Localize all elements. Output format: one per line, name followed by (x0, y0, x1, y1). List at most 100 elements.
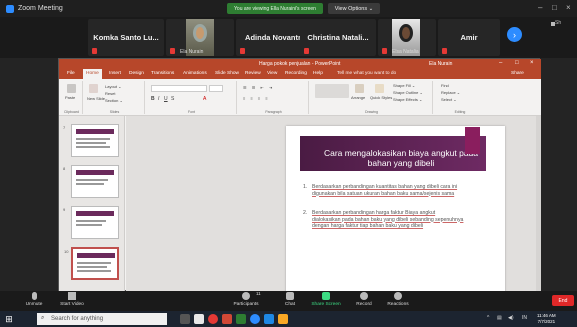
paste-button[interactable]: Paste (65, 95, 75, 100)
taskbar-search[interactable]: ⌕ Search for anything (37, 313, 167, 325)
zoom-window: Zoom Meeting You are viewing Ella Nurain… (0, 0, 577, 327)
participant-tile[interactable]: Komka Santo Lu... (88, 19, 164, 56)
ppt-minimize-icon[interactable]: – (499, 60, 502, 66)
quick-styles-icon[interactable] (375, 84, 384, 93)
slide-thumbnail-selected[interactable]: 10 (64, 247, 119, 280)
chevron-right-icon: › (513, 29, 516, 40)
network-icon[interactable]: ▤ (497, 315, 502, 321)
italic-icon[interactable]: I (158, 96, 159, 102)
shape-fill-button[interactable]: Shape Fill ⌄ (393, 83, 415, 88)
font-family-select[interactable] (151, 85, 207, 92)
unmute-button[interactable]: Unmute (14, 292, 54, 307)
slide-thumbnail[interactable]: 8 (63, 165, 119, 198)
start-video-button[interactable]: Start Video (52, 292, 92, 307)
arrange-button[interactable]: Arrange (351, 95, 365, 100)
ppt-document-title: Harga pokok penjualan - PowerPoint (259, 61, 341, 67)
record-icon (360, 292, 368, 300)
thumbnail-line (77, 262, 111, 264)
volume-icon[interactable]: ◀) (508, 315, 514, 321)
zoom-app-icon[interactable] (250, 314, 260, 324)
thumbnail-title-bar (76, 170, 114, 175)
ppt-maximize-icon[interactable]: □ (515, 60, 519, 66)
tab-home[interactable]: Home (83, 69, 102, 79)
participants-label: Participants (233, 302, 259, 307)
bold-icon[interactable]: B (151, 96, 155, 102)
slide-title[interactable]: Cara mengalokasikan biaya angkut pada ba… (320, 148, 482, 168)
close-icon[interactable]: × (566, 3, 571, 12)
share-screen-button[interactable]: Share Screen (306, 292, 346, 307)
slide-thumbnail[interactable]: 7 (63, 124, 119, 157)
align-icon[interactable]: ≡ ≡ ≡ ≡ (243, 96, 270, 101)
select-button[interactable]: Select ⌄ (441, 97, 457, 102)
app-icon[interactable] (278, 314, 288, 324)
replace-button[interactable]: Replace ⌄ (441, 90, 460, 95)
view-options-button[interactable]: View Options ⌄ (328, 3, 380, 14)
participant-tile[interactable]: Amir (438, 19, 500, 56)
taskbar-clock[interactable]: 11:46 AM 7/7/2021 (537, 313, 556, 325)
paste-icon[interactable] (67, 84, 76, 93)
tab-recording[interactable]: Recording (285, 71, 307, 76)
reactions-label: Reactions (387, 302, 409, 307)
file-explorer-icon[interactable] (194, 314, 204, 324)
tell-me-search[interactable]: Tell me what you want to do (337, 71, 396, 76)
participant-tile-video[interactable]: Ela Nurain (166, 19, 234, 56)
tab-help[interactable]: Help (313, 71, 323, 76)
arrange-icon[interactable] (355, 84, 364, 93)
ribbon-home: Paste Clipboard New Slide Layout ⌄ Reset… (59, 79, 541, 116)
vertical-scrollbar[interactable] (536, 116, 541, 292)
font-size-select[interactable] (209, 85, 223, 92)
language-indicator[interactable]: IN (522, 315, 527, 321)
tab-insert[interactable]: Insert (109, 71, 121, 76)
shape-outline-button[interactable]: Shape Outline ⌄ (393, 90, 423, 95)
shapes-gallery[interactable] (315, 84, 349, 98)
quick-styles-button[interactable]: Quick Styles (370, 95, 392, 100)
find-button[interactable]: Find (441, 83, 449, 88)
shape-effects-button[interactable]: Shape Effects ⌄ (393, 97, 422, 102)
tray-chevron-icon[interactable]: ^ (487, 315, 489, 321)
app-icon[interactable] (264, 314, 274, 324)
end-meeting-button[interactable]: End (552, 295, 574, 306)
font-color-icon[interactable]: A (203, 96, 206, 102)
reset-button[interactable]: Reset (105, 91, 115, 96)
mic-muted-icon (92, 48, 97, 54)
tab-design[interactable]: Design (129, 71, 144, 76)
tab-animations[interactable]: Animations (183, 71, 207, 76)
new-slide-button[interactable]: New Slide (87, 96, 105, 101)
bullets-icon[interactable]: ☰ ☰ ⇤ ⇥ (243, 85, 274, 90)
minimize-icon[interactable]: – (538, 3, 542, 12)
chrome-icon[interactable] (208, 314, 218, 324)
layout-button[interactable]: Layout ⌄ (105, 84, 121, 89)
powerpoint-icon[interactable] (222, 314, 232, 324)
task-view-icon[interactable] (180, 314, 190, 324)
participant-tile[interactable]: Christina Natali... (300, 19, 376, 56)
mic-muted-icon (304, 48, 309, 54)
new-slide-icon[interactable] (89, 84, 98, 93)
maximize-icon[interactable]: □ (552, 3, 557, 12)
section-button[interactable]: Section ⌄ (105, 98, 123, 103)
strikethrough-icon[interactable]: S (171, 96, 174, 102)
chat-button[interactable]: Chat (270, 292, 310, 307)
tab-slide-show[interactable]: Slide Show (215, 71, 239, 76)
slide-bullet[interactable]: 2. Berdasarkan perbandingan harga faktur… (303, 210, 464, 230)
participant-tile-video[interactable]: Elsa Natalia (378, 19, 436, 56)
slide-bullet[interactable]: 1. Berdasarkan perbandingan kuantitas ba… (303, 184, 464, 197)
chat-label: Chat (284, 302, 296, 307)
current-slide[interactable]: Cara mengalokasikan biaya angkut pada ba… (286, 126, 505, 296)
clipboard-group: Paste Clipboard (61, 81, 83, 114)
tab-transitions[interactable]: Transitions (151, 71, 174, 76)
tab-file[interactable]: File (67, 71, 75, 76)
windows-start-icon[interactable]: ⊞ (4, 314, 14, 324)
app-icon[interactable] (236, 314, 246, 324)
share-button[interactable]: Share (511, 71, 524, 76)
bullet-text: Berdasarkan perbandingan kuantitas bahan… (312, 184, 458, 197)
ppt-close-icon[interactable]: × (530, 60, 534, 66)
reactions-button[interactable]: Reactions (378, 292, 418, 307)
tab-review[interactable]: Review (245, 71, 261, 76)
tab-view[interactable]: View (267, 71, 277, 76)
underline-icon[interactable]: U (164, 96, 168, 102)
thumbnail-line (76, 142, 106, 144)
next-participants-button[interactable]: › (507, 27, 522, 42)
ppt-user-name[interactable]: Ela Nurain (429, 61, 452, 67)
slide-thumbnail[interactable]: 9 (63, 206, 119, 239)
thumbnail-number: 9 (63, 207, 66, 212)
